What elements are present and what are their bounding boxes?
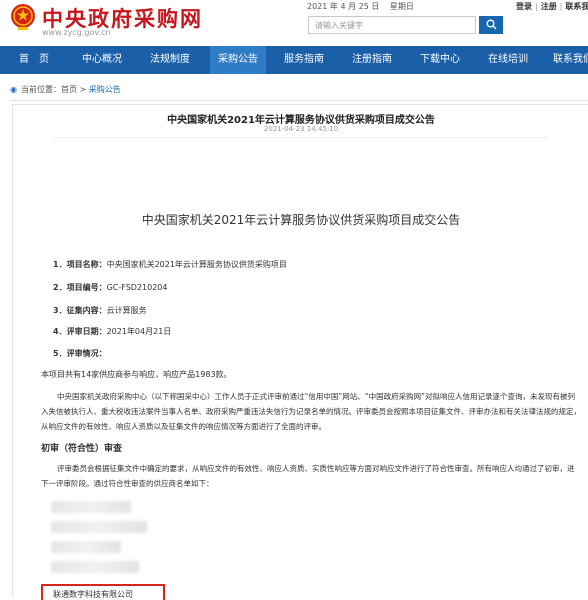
item-value: 中央国家机关2021年云计算服务协议供货采购项目 bbox=[106, 260, 287, 269]
article-heading: 中央国家机关2021年云计算服务协议供货采购项目成交公告 bbox=[141, 213, 461, 227]
highlighted-supplier: 联通数字科技有限公司 bbox=[53, 590, 133, 599]
search-icon bbox=[486, 19, 496, 30]
breadcrumb-current[interactable]: 采购公告 bbox=[89, 85, 121, 94]
item-value: GC-FSD210204 bbox=[106, 283, 168, 292]
summary-text: 本项目共有14家供应商参与响应，响应产品1983款。 bbox=[41, 370, 232, 379]
redacted-supplier bbox=[51, 541, 121, 553]
nav-item-training[interactable]: 在线培训 bbox=[474, 46, 542, 74]
search-input[interactable]: 请输入关键字 bbox=[308, 16, 476, 34]
breadcrumb: ◉ 当前位置：首页 > 采购公告 bbox=[10, 84, 121, 95]
login-link[interactable]: 登录 bbox=[516, 2, 532, 11]
nav-item-contact[interactable]: 联系我们 bbox=[542, 46, 588, 74]
item-label: 1．项目名称： bbox=[53, 260, 107, 269]
register-link[interactable]: 注册 bbox=[541, 2, 557, 11]
redacted-supplier bbox=[51, 521, 147, 533]
contact-link[interactable]: 联系我们 bbox=[565, 2, 588, 11]
national-emblem-icon bbox=[11, 4, 35, 30]
article-panel: 中央国家机关2021年云计算服务协议供货采购项目成交公告 2021-04-23 … bbox=[12, 104, 588, 600]
breadcrumb-home[interactable]: 首页 bbox=[61, 85, 77, 94]
item-project-name: 1．项目名称：中央国家机关2021年云计算服务协议供货采购项目 bbox=[53, 259, 287, 270]
current-date: 2021 年 4 月 25 日 bbox=[307, 2, 380, 11]
nav-item-register-guide[interactable]: 注册指南 bbox=[338, 46, 406, 74]
nav-item-service-guide[interactable]: 服务指南 bbox=[270, 46, 338, 74]
item-label: 5．评审情况： bbox=[53, 349, 107, 358]
section-title: 初审（符合性）审查 bbox=[41, 444, 123, 454]
nav-item-announcements[interactable]: 采购公告 bbox=[210, 46, 266, 74]
site-header: 中央政府采购网 www.zycg.gov.cn 2021 年 4 月 25 日 … bbox=[0, 0, 588, 46]
item-label: 3．征集内容： bbox=[53, 306, 107, 315]
article-title: 中央国家机关2021年云计算服务协议供货采购项目成交公告 bbox=[167, 115, 435, 126]
date-line: 2021 年 4 月 25 日 星期日 bbox=[307, 1, 422, 12]
item-review-status: 5．评审情况： bbox=[53, 348, 107, 359]
search-button[interactable] bbox=[479, 16, 503, 34]
nav-item-home[interactable]: 首 页 bbox=[0, 46, 68, 74]
item-value: 云计算服务 bbox=[106, 306, 147, 315]
breadcrumb-label: 当前位置： bbox=[20, 85, 61, 94]
item-label: 2．项目编号： bbox=[53, 283, 107, 292]
nav-item-about[interactable]: 中心概况 bbox=[68, 46, 136, 74]
item-content: 3．征集内容：云计算服务 bbox=[53, 305, 147, 316]
item-value: 2021年04月21日 bbox=[106, 327, 172, 336]
breadcrumb-separator: > bbox=[76, 85, 89, 94]
paragraph-text: 中央国家机关政府采购中心（以下称国采中心）工作人员于正式评审前通过“信用中国”网… bbox=[41, 392, 581, 431]
top-links: 登录|注册|联系我们 bbox=[516, 1, 588, 12]
redacted-supplier bbox=[51, 561, 139, 573]
site-domain: www.zycg.gov.cn bbox=[42, 28, 111, 37]
credit-check-paragraph: 中央国家机关政府采购中心（以下称国采中心）工作人员于正式评审前通过“信用中国”网… bbox=[41, 389, 581, 434]
item-label: 4．评审日期： bbox=[53, 327, 107, 336]
item-project-number: 2．项目编号：GC-FSD210204 bbox=[53, 282, 168, 293]
highlighted-supplier-box: 联通数字科技有限公司 bbox=[41, 584, 165, 600]
article-time: 2021-04-23 14:45:10 bbox=[263, 125, 339, 133]
nav-item-downloads[interactable]: 下载中心 bbox=[406, 46, 474, 74]
item-review-date: 4．评审日期：2021年04月21日 bbox=[53, 326, 171, 337]
location-pin-icon: ◉ bbox=[10, 85, 17, 94]
compliance-paragraph: 评审委员会根据征集文件中确定的要求，从响应文件的有效性、响应人资质、实质性响应等… bbox=[41, 461, 581, 491]
breadcrumb-divider bbox=[10, 100, 588, 101]
nav-item-regulations[interactable]: 法规制度 bbox=[136, 46, 204, 74]
article-divider bbox=[53, 137, 548, 138]
current-weekday: 星期日 bbox=[389, 2, 414, 11]
redacted-supplier bbox=[51, 501, 131, 513]
paragraph-text: 评审委员会根据征集文件中确定的要求，从响应文件的有效性、响应人资质、实质性响应等… bbox=[41, 464, 575, 488]
main-nav: 首 页 中心概况 法规制度 采购公告 服务指南 注册指南 下载中心 在线培训 联… bbox=[0, 46, 588, 74]
